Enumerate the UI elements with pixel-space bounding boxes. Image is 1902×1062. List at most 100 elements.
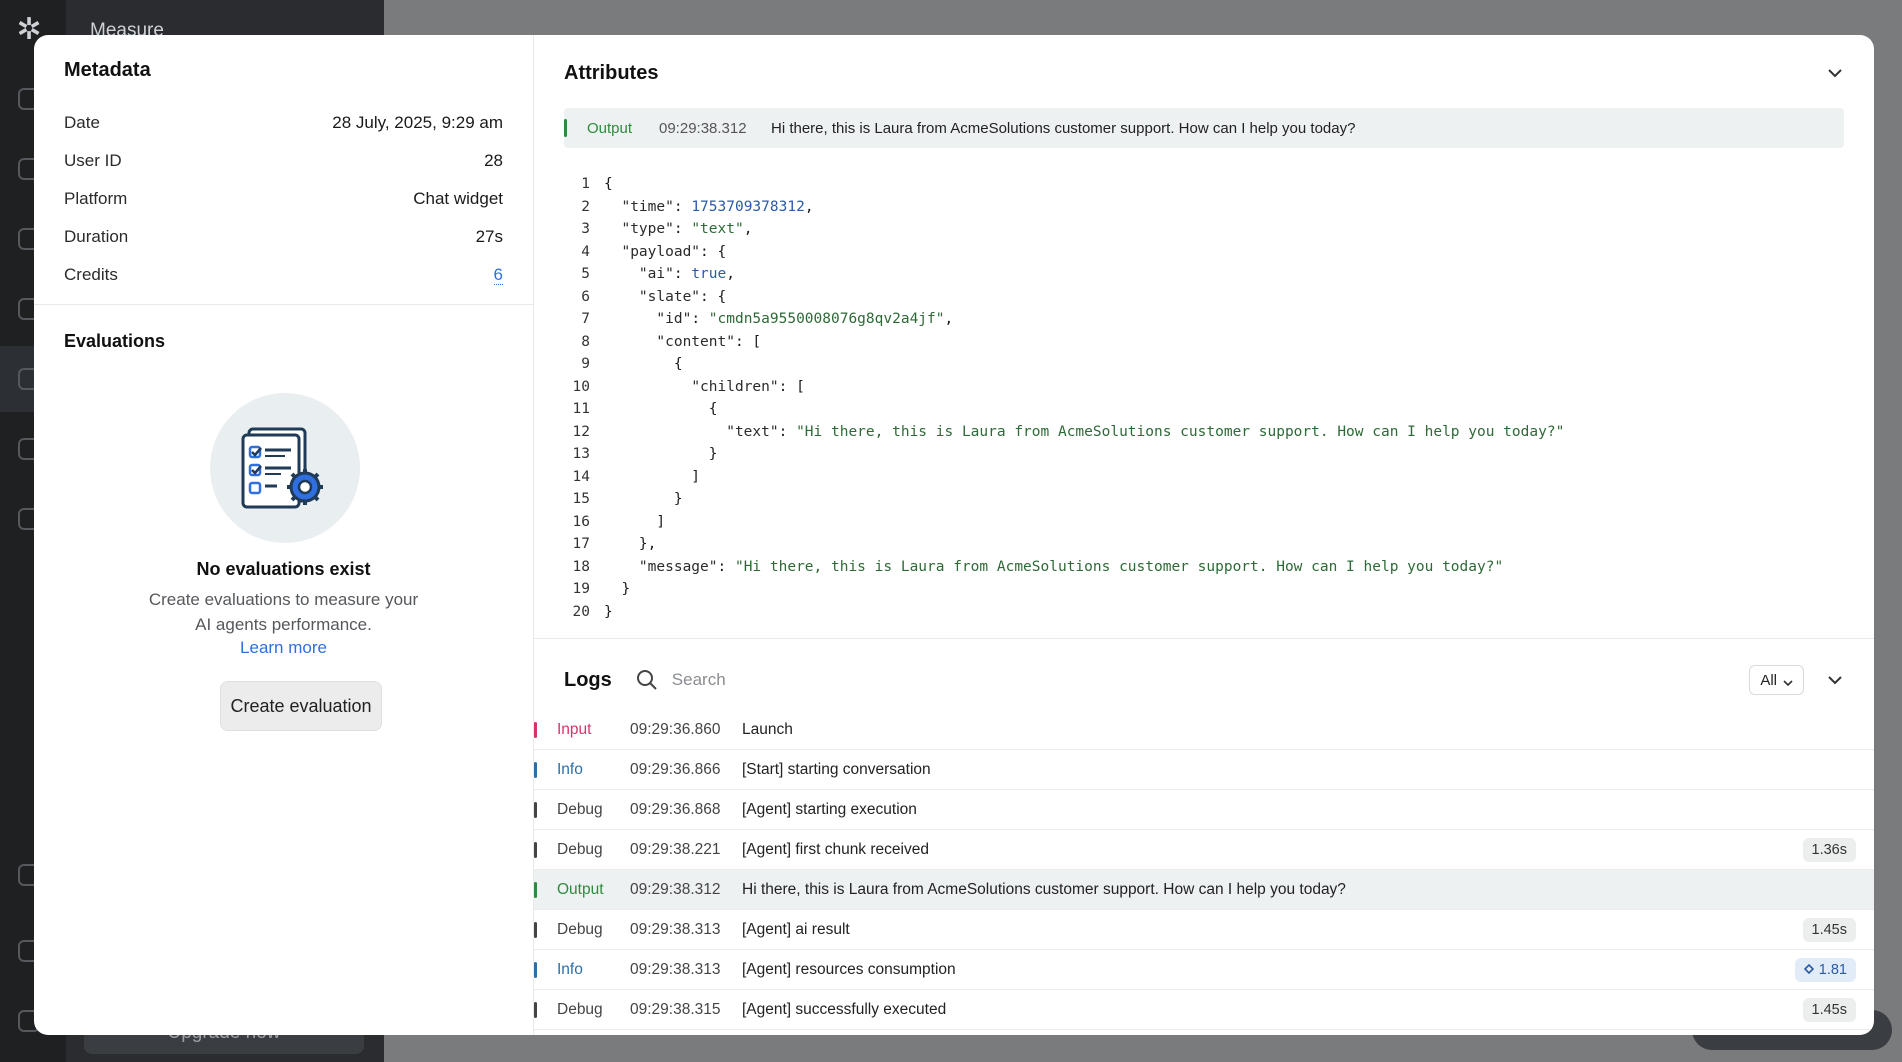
log-row[interactable]: Debug 09:29:38.313 [Agent] ai result 1.45s xyxy=(534,910,1874,950)
meta-value: Chat widget xyxy=(413,189,503,208)
level-indicator xyxy=(534,721,537,738)
code-line: 14 ] xyxy=(564,466,1844,489)
line-number: 16 xyxy=(572,513,590,530)
code-line: 7 "id": "cmdn5a9550008076g8qv2a4jf", xyxy=(564,308,1844,331)
code-text: "slate": { xyxy=(638,288,727,305)
log-row[interactable]: Debug 09:29:38.315 [Agent] successfully ex… xyxy=(534,990,1874,1030)
evaluations-illustration-icon xyxy=(210,393,360,543)
badge-text: 1.45s xyxy=(1811,1002,1847,1018)
log-level: Output xyxy=(557,880,604,898)
log-row[interactable]: Debug 09:29:36.868 [Agent] starting execut… xyxy=(534,790,1874,830)
code-text: "payload": { xyxy=(621,243,727,260)
code-text: "ai": true, xyxy=(638,266,735,283)
code-line: 15 } xyxy=(564,488,1844,511)
line-number: 8 xyxy=(581,333,590,350)
line-number: 14 xyxy=(572,468,590,485)
log-message: [Start] starting conversation xyxy=(742,760,931,778)
level-indicator xyxy=(534,1001,537,1018)
banner-level: Output xyxy=(587,119,633,137)
meta-key: Duration xyxy=(64,227,129,246)
level-indicator xyxy=(534,881,537,898)
create-evaluation-button[interactable]: Create evaluation xyxy=(220,681,382,731)
line-number: 5 xyxy=(581,266,590,283)
log-level-filter[interactable]: All xyxy=(1749,665,1804,695)
log-timestamp: 09:29:38.221 xyxy=(630,840,721,858)
duration-badge: 1.45s xyxy=(1802,918,1856,942)
code-text: ] xyxy=(604,468,701,485)
code-line: 17 }, xyxy=(564,533,1844,556)
log-row[interactable]: Debug 09:29:38.221 [Agent] first chunk rec… xyxy=(534,830,1874,870)
attributes-title: Attributes xyxy=(564,61,659,84)
level-indicator xyxy=(564,119,567,137)
code-line: 12 "text": "Hi there, this is Laura from… xyxy=(564,421,1844,444)
section-divider xyxy=(34,304,533,305)
code-line: 18 "message": "Hi there, this is Laura f… xyxy=(564,556,1844,579)
learn-more-link[interactable]: Learn more xyxy=(64,638,503,658)
search-icon xyxy=(636,669,658,691)
log-message: [Agent] first chunk received xyxy=(742,840,929,858)
line-number: 2 xyxy=(581,198,590,215)
code-text: } xyxy=(604,446,718,463)
log-level: Debug xyxy=(557,840,603,858)
line-number: 12 xyxy=(572,423,590,440)
line-number: 19 xyxy=(572,581,590,598)
badge-text: 1.81 xyxy=(1818,962,1847,978)
log-message: Launch xyxy=(742,720,793,738)
duration-badge: 1.36s xyxy=(1802,838,1856,862)
log-timestamp: 09:29:38.312 xyxy=(630,880,721,898)
meta-row-credits: Credits 6 xyxy=(64,256,503,294)
meta-row-date: Date 28 July, 2025, 9:29 am xyxy=(64,104,503,142)
code-line: 2 "time": 1753709378312, xyxy=(564,196,1844,219)
meta-key: User ID xyxy=(64,151,122,170)
log-row[interactable]: Info 09:29:38.313 [Agent] resources consum… xyxy=(534,950,1874,990)
code-line: 19 } xyxy=(564,578,1844,601)
log-level: Debug xyxy=(557,920,603,938)
line-number: 7 xyxy=(581,311,590,328)
log-row[interactable]: Output 09:29:38.312 Hi there, this is Laur… xyxy=(534,870,1874,910)
code-line: 16 ] xyxy=(564,511,1844,534)
collapse-logs-chevron-down-icon[interactable] xyxy=(1826,671,1844,689)
code-text: "id": "cmdn5a9550008076g8qv2a4jf", xyxy=(656,311,954,328)
code-text: { xyxy=(604,356,683,373)
line-number: 10 xyxy=(572,378,590,395)
meta-key: Date xyxy=(64,113,100,132)
code-text: "time": 1753709378312, xyxy=(621,198,814,215)
code-text: } xyxy=(604,581,631,598)
code-text: "type": "text", xyxy=(621,221,753,238)
logs-search-input[interactable] xyxy=(671,670,1750,690)
line-number: 9 xyxy=(581,356,590,373)
code-text: } xyxy=(604,491,683,508)
code-text: } xyxy=(604,603,613,620)
level-indicator xyxy=(534,921,537,938)
badge-text: 1.36s xyxy=(1811,842,1847,858)
collapse-attributes-chevron-down-icon[interactable] xyxy=(1826,64,1844,82)
right-panel: Attributes Output 09:29:38.312 Hi there,… xyxy=(534,35,1874,1035)
code-text: ] xyxy=(604,513,666,530)
log-message: Hi there, this is Laura from AcmeSolutio… xyxy=(742,880,1346,898)
duration-badge: 1.45s xyxy=(1802,998,1856,1022)
log-row[interactable]: Info 09:29:36.866 [Start] starting convers… xyxy=(534,750,1874,790)
log-row[interactable]: Input 09:29:36.860 Launch xyxy=(534,710,1874,750)
level-indicator xyxy=(534,841,537,858)
line-number: 18 xyxy=(572,558,590,575)
metadata-section: Metadata Date 28 July, 2025, 9:29 am Use… xyxy=(34,35,533,294)
code-line: 9 { xyxy=(564,353,1844,376)
level-indicator xyxy=(534,961,537,978)
meta-value: 28 xyxy=(484,151,503,170)
log-timestamp: 09:29:38.313 xyxy=(630,920,721,938)
code-text: "children": [ xyxy=(691,378,805,395)
line-number: 20 xyxy=(572,603,590,620)
log-timestamp: 09:29:38.315 xyxy=(630,1000,721,1018)
logs-list: Input 09:29:36.860 Launch Info 09:29:36.866 [… xyxy=(534,710,1874,1030)
meta-row-platform: Platform Chat widget xyxy=(64,180,503,218)
level-indicator xyxy=(534,761,537,778)
chevron-down-icon xyxy=(1783,675,1793,687)
code-line: 10 "children": [ xyxy=(564,376,1844,399)
code-line: 6 "slate": { xyxy=(564,286,1844,309)
filter-value: All xyxy=(1760,671,1777,689)
credits-link[interactable]: 6 xyxy=(493,265,503,285)
log-message: [Agent] successfully executed xyxy=(742,1000,947,1018)
line-number: 3 xyxy=(581,221,590,238)
code-line: 8 "content": [ xyxy=(564,331,1844,354)
meta-row-user-id: User ID 28 xyxy=(64,142,503,180)
